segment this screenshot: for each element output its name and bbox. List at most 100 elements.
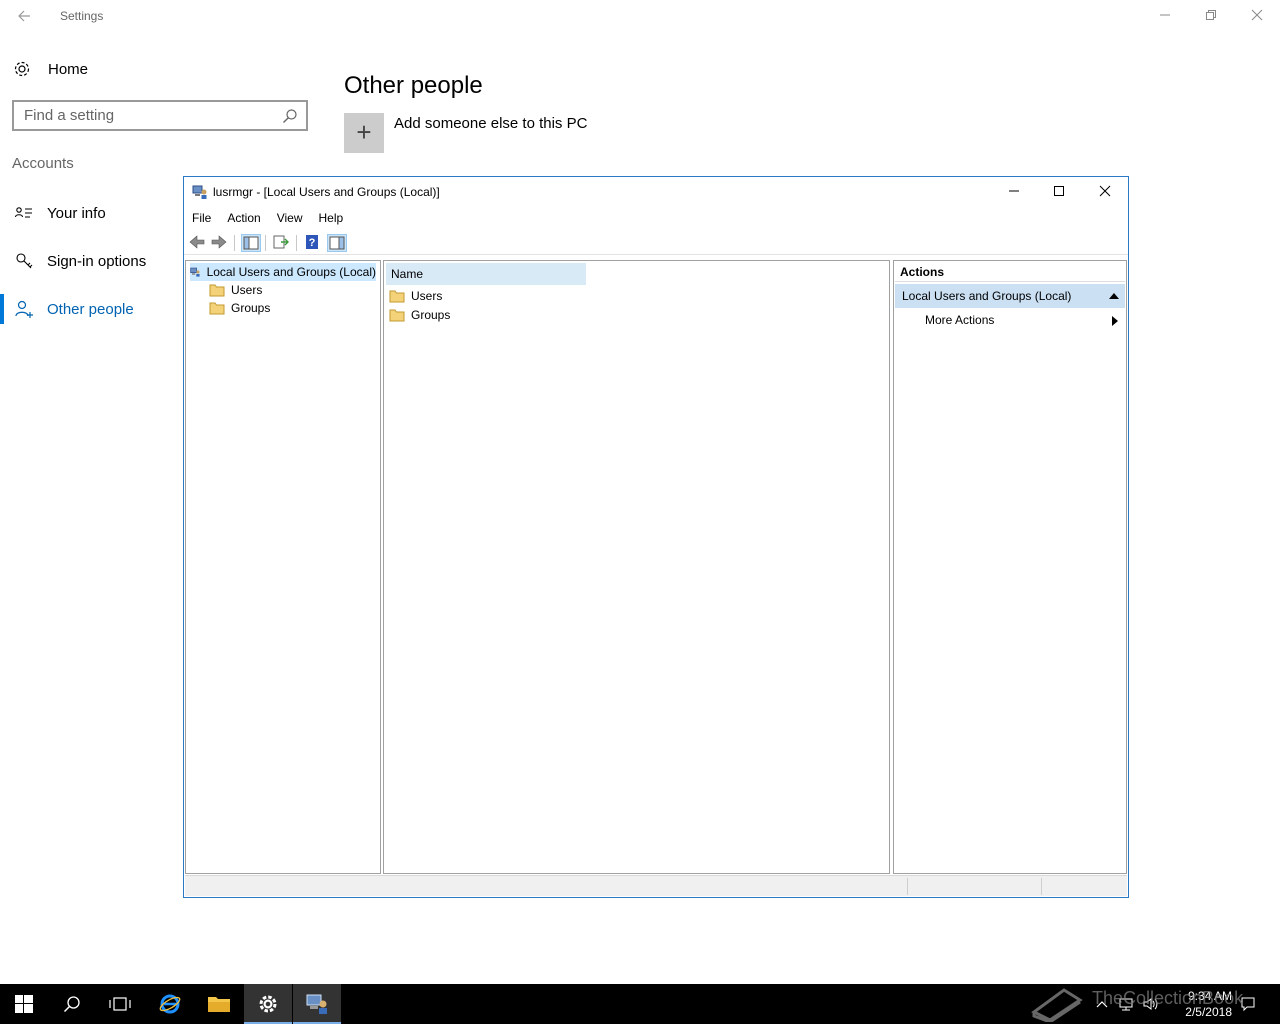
accounts-section-label: Accounts <box>12 155 74 172</box>
more-actions-item[interactable]: More Actions <box>925 313 994 327</box>
mmc-title: lusrmgr - [Local Users and Groups (Local… <box>213 185 440 199</box>
tree-node-users[interactable]: Users <box>209 281 262 299</box>
plus-icon: + <box>344 113 384 153</box>
actions-header: Actions <box>895 262 1125 282</box>
tree-node-groups-label: Groups <box>231 301 271 315</box>
maximize-icon <box>1054 186 1064 196</box>
toolbar-separator <box>234 235 235 251</box>
key-icon <box>16 253 33 269</box>
internet-explorer-icon <box>159 994 181 1014</box>
mmc-minimize-button[interactable] <box>991 177 1037 207</box>
lusrmgr-taskbar-button[interactable] <box>293 984 341 1024</box>
add-person-icon <box>15 300 33 318</box>
export-list-icon <box>273 235 289 249</box>
close-icon <box>1251 9 1263 21</box>
nav-label-your-info: Your info <box>47 204 106 222</box>
page-title: Other people <box>344 72 483 100</box>
results-pane: Name Users Groups <box>383 260 890 874</box>
add-someone-button[interactable]: + Add someone else to this PC <box>344 113 587 153</box>
active-indicator <box>0 294 4 324</box>
mmc-titlebar[interactable]: lusrmgr - [Local Users and Groups (Local… <box>184 177 1128 207</box>
search-icon[interactable] <box>282 108 298 124</box>
svg-text:?: ? <box>309 237 316 249</box>
mmc-close-button[interactable] <box>1082 177 1128 207</box>
watermark: TheCollectionBook <box>1030 982 1260 1024</box>
list-item-groups-label: Groups <box>411 308 451 322</box>
settings-titlebar: Settings <box>0 0 1280 32</box>
list-item-users-label: Users <box>411 289 443 303</box>
settings-restore-button[interactable] <box>1188 0 1234 32</box>
contact-card-icon <box>14 207 32 218</box>
submenu-arrow-icon <box>1112 316 1118 326</box>
actions-group-header[interactable]: Local Users and Groups (Local) <box>895 284 1125 308</box>
nav-label-sign-in-options: Sign-in options <box>47 252 147 270</box>
task-view-button[interactable] <box>96 984 144 1024</box>
settings-search-box[interactable] <box>12 100 308 131</box>
toolbar-separator <box>265 235 266 251</box>
help-button[interactable]: ? <box>303 234 323 252</box>
column-header-name[interactable]: Name <box>386 263 586 285</box>
book-logo-icon <box>1031 988 1083 1022</box>
menu-view[interactable]: View <box>269 211 311 225</box>
nav-item-your-info[interactable]: Your info <box>0 198 170 228</box>
file-explorer-button[interactable] <box>195 984 243 1024</box>
folder-icon <box>209 284 225 297</box>
collapse-caret-icon[interactable] <box>1109 293 1119 299</box>
forward-arrow-icon <box>211 235 227 249</box>
taskbar-search-button[interactable] <box>48 984 96 1024</box>
watermark-text: TheCollectionBook <box>1092 988 1244 1008</box>
list-item-users[interactable]: Users <box>389 287 442 305</box>
home-label: Home <box>48 60 89 78</box>
internet-explorer-button[interactable] <box>146 984 194 1024</box>
mmc-menubar: File Action View Help <box>184 207 1128 229</box>
forward-button[interactable] <box>210 234 230 252</box>
settings-taskbar-button[interactable] <box>244 984 292 1024</box>
gear-icon <box>259 995 277 1013</box>
tree-node-groups[interactable]: Groups <box>209 299 270 317</box>
minimize-icon <box>1160 14 1170 16</box>
menu-action[interactable]: Action <box>219 211 268 225</box>
tree-node-users-label: Users <box>231 283 263 297</box>
status-divider <box>907 878 908 895</box>
nav-item-sign-in-options[interactable]: Sign-in options <box>0 246 170 276</box>
menu-help[interactable]: Help <box>311 211 352 225</box>
computer-users-icon <box>190 267 200 277</box>
settings-minimize-button[interactable] <box>1142 0 1188 32</box>
tree-node-root[interactable]: Local Users and Groups (Local) <box>190 263 376 281</box>
actions-pane: Actions Local Users and Groups (Local) M… <box>893 260 1127 874</box>
console-tree-icon <box>243 236 259 250</box>
nav-item-other-people[interactable]: Other people <box>0 294 170 324</box>
settings-title: Settings <box>60 9 104 23</box>
task-view-icon <box>109 997 131 1011</box>
folder-icon <box>389 309 405 322</box>
action-pane-icon <box>329 236 345 250</box>
back-arrow-icon <box>18 10 30 22</box>
list-item-groups[interactable]: Groups <box>389 306 450 324</box>
folder-icon <box>389 290 405 303</box>
export-list-button[interactable] <box>272 234 292 252</box>
home-nav-item[interactable]: Home <box>12 56 88 82</box>
computer-users-icon <box>306 994 327 1014</box>
search-icon <box>63 996 80 1013</box>
help-icon: ? <box>306 235 318 249</box>
gear-icon <box>14 61 30 77</box>
console-tree-pane: Local Users and Groups (Local) Users Gro… <box>185 260 381 874</box>
settings-close-button[interactable] <box>1234 0 1280 32</box>
folder-icon <box>208 997 230 1012</box>
close-icon <box>1099 185 1111 197</box>
back-button[interactable] <box>188 234 208 252</box>
start-button[interactable] <box>0 984 48 1024</box>
show-hide-console-tree-button[interactable] <box>241 234 261 252</box>
menu-file[interactable]: File <box>184 211 219 225</box>
search-input[interactable] <box>14 102 274 129</box>
show-hide-action-pane-button[interactable] <box>327 234 347 252</box>
windows-logo-icon <box>15 995 33 1013</box>
folder-icon <box>209 302 225 315</box>
mmc-maximize-button[interactable] <box>1036 177 1082 207</box>
actions-group-title: Local Users and Groups (Local) <box>902 289 1072 303</box>
add-someone-label: Add someone else to this PC <box>394 114 588 132</box>
lusrmgr-window: lusrmgr - [Local Users and Groups (Local… <box>183 176 1129 898</box>
back-button[interactable] <box>8 4 40 28</box>
restore-icon <box>1206 10 1216 20</box>
status-divider <box>1041 878 1042 895</box>
